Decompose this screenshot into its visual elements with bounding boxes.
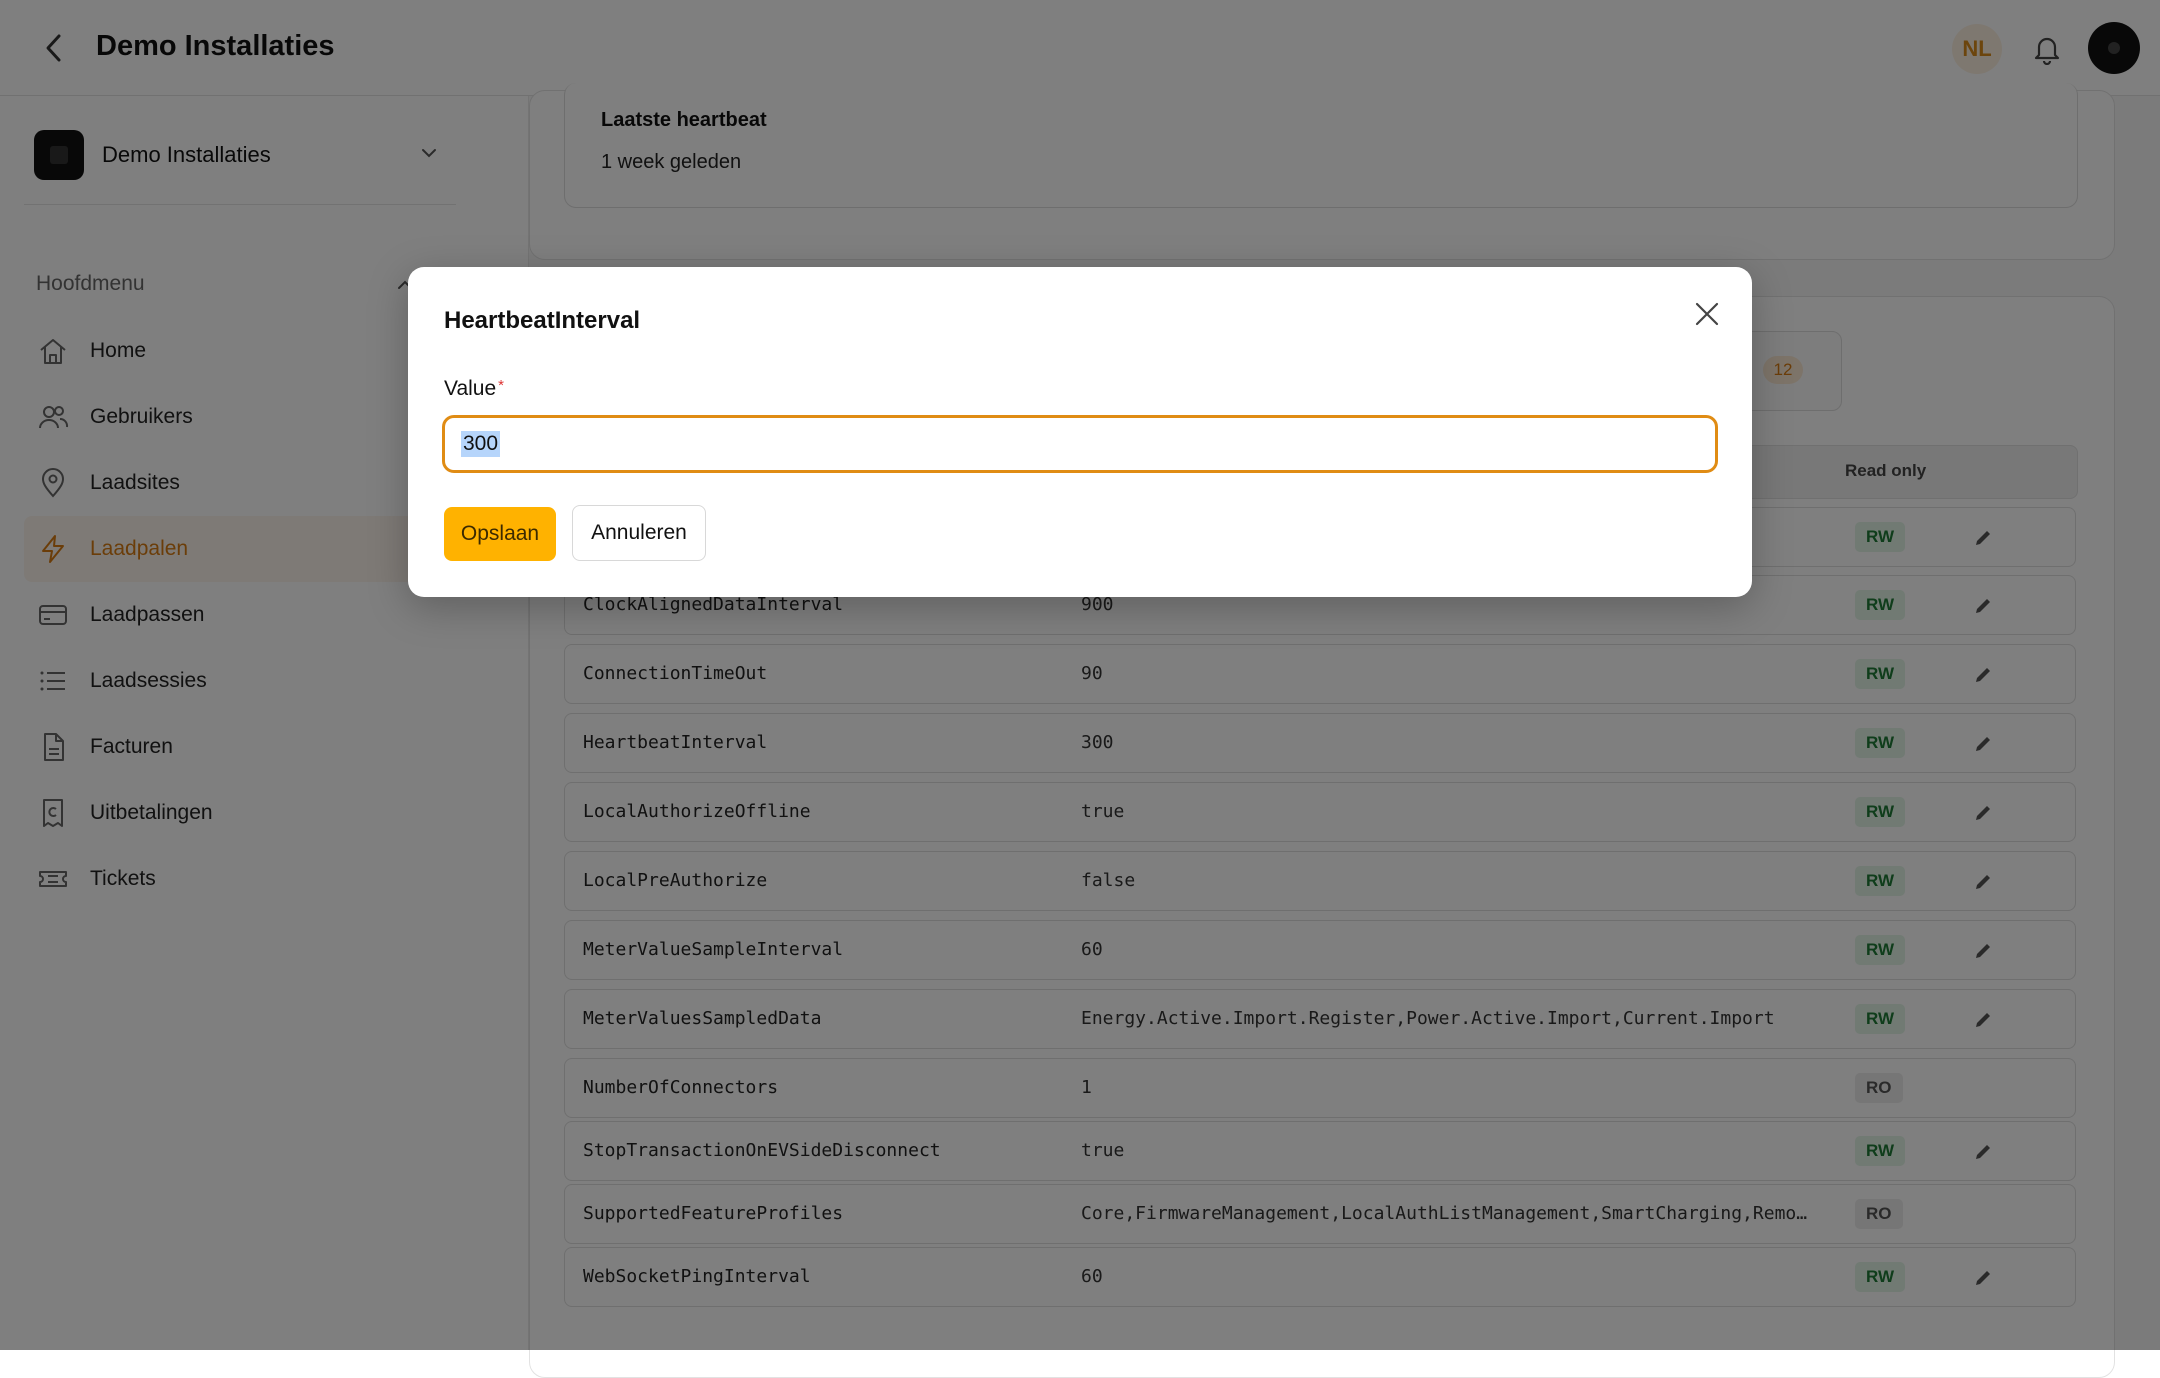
dialog-title: HeartbeatInterval bbox=[444, 307, 641, 334]
value-input[interactable]: 300 bbox=[442, 415, 1718, 473]
modal-backdrop[interactable] bbox=[0, 0, 2160, 1350]
edit-dialog: HeartbeatInterval Value * 300 Opslaan Ann… bbox=[408, 267, 1752, 597]
value-input-text: 300 bbox=[461, 431, 501, 457]
value-field-label: Value * bbox=[444, 377, 504, 401]
cancel-button[interactable]: Annuleren bbox=[572, 505, 706, 561]
field-label-text: Value bbox=[444, 377, 497, 400]
save-button[interactable]: Opslaan bbox=[444, 507, 556, 561]
close-icon[interactable] bbox=[1686, 293, 1728, 335]
required-marker: * bbox=[498, 377, 504, 394]
